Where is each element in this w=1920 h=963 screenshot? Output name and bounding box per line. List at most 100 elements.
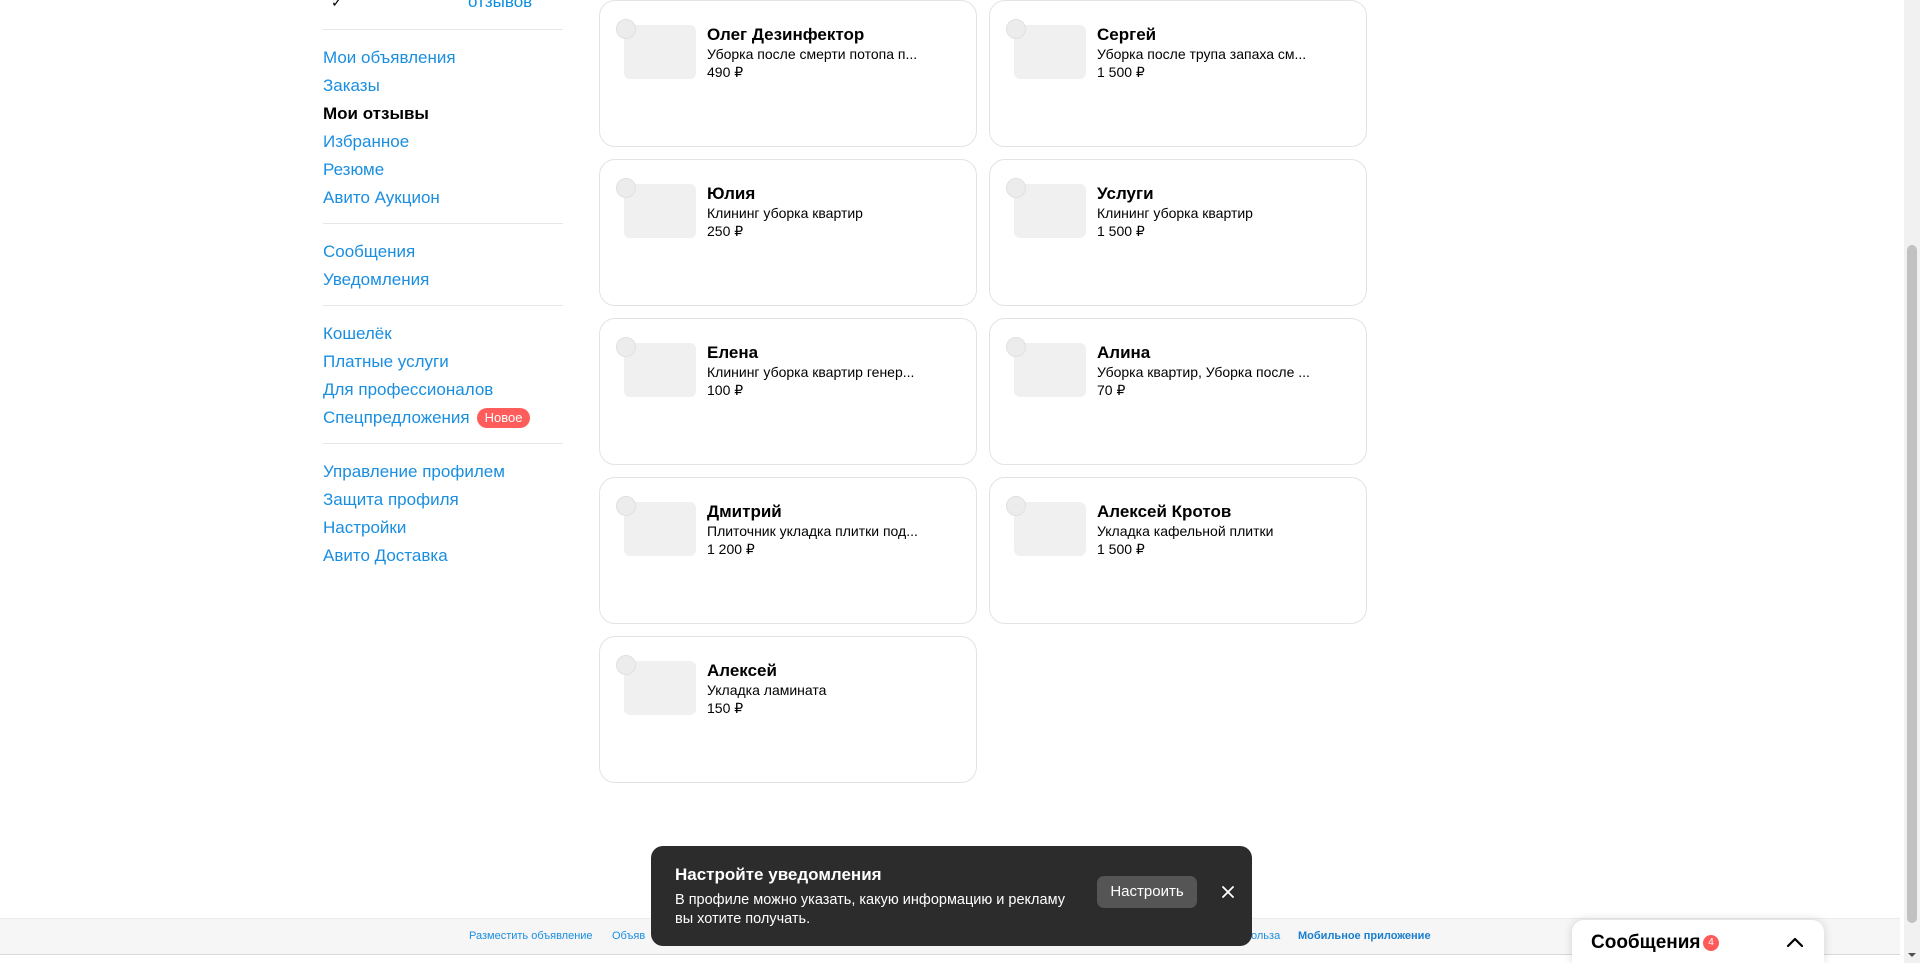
card-description: Уборка после смерти потопа п... xyxy=(707,46,918,62)
sidebar-menu: Мои объявления Заказы Мои отзывы Избранное Р… xyxy=(323,30,563,581)
review-card[interactable]: Алексей Укладка ламината 150 ₽ xyxy=(599,636,977,783)
configure-button[interactable]: Настроить xyxy=(1097,876,1197,908)
sidebar-item-label: Сообщения xyxy=(323,242,416,261)
card-price: 1 500 ₽ xyxy=(1097,541,1145,557)
sidebar-item[interactable]: Сообщения xyxy=(323,238,563,266)
sidebar-item[interactable]: Мои объявления xyxy=(323,44,563,72)
sidebar-item[interactable]: Авито Аукцион xyxy=(323,184,563,212)
sidebar-item[interactable]: Авито Доставка xyxy=(323,542,563,570)
card-description: Клининг уборка квартир генер... xyxy=(707,364,915,380)
card-description: Плиточник укладка плитки под... xyxy=(707,523,918,539)
sidebar-item[interactable]: Избранное xyxy=(323,128,563,156)
review-card[interactable]: Сергей Уборка после трупа запаха см... 1… xyxy=(989,0,1367,147)
review-card[interactable]: Елена Клининг уборка квартир генер... 10… xyxy=(599,318,977,465)
scroll-down-arrow-icon[interactable] xyxy=(1904,947,1920,963)
card-author-name: Алексей Кротов xyxy=(1097,502,1232,521)
sidebar-item-label: Кошелёк xyxy=(323,324,392,343)
review-card[interactable]: Олег Дезинфектор Уборка после смерти пот… xyxy=(599,0,977,147)
sidebar-item-label: Мои объявления xyxy=(323,48,456,67)
rating-mark: ✓ xyxy=(331,0,343,10)
new-badge: Новое xyxy=(476,408,531,428)
sidebar: ✓ отзывов Мои объявления Заказы Мои отзывы… xyxy=(323,0,563,581)
footer-link-terms[interactable]: ольза xyxy=(1251,930,1280,942)
card-author-name: Олег Дезинфектор xyxy=(707,25,865,44)
avatar xyxy=(1006,496,1026,516)
sidebar-group: Мои объявления Заказы Мои отзывы Избранное Р… xyxy=(323,30,563,224)
avatar xyxy=(1006,337,1026,357)
avatar xyxy=(616,19,636,39)
messenger-widget[interactable]: Сообщения 4 xyxy=(1572,920,1824,963)
sidebar-item-label: Мои отзывы xyxy=(323,104,429,123)
unread-count-badge: 4 xyxy=(1703,935,1719,951)
sidebar-item-label: Для профессионалов xyxy=(323,380,494,399)
sidebar-item-label: Уведомления xyxy=(323,270,430,289)
sidebar-item[interactable]: Спецпредложения Новое xyxy=(323,404,563,432)
sidebar-group: Кошелёк Платные услуги Для профессионалов С… xyxy=(323,306,563,444)
close-icon[interactable] xyxy=(1216,880,1240,904)
review-card[interactable]: Алина Уборка квартир, Уборка после ... 7… xyxy=(989,318,1367,465)
card-price: 1 500 ₽ xyxy=(1097,223,1145,239)
sidebar-item-label: Защита профиля xyxy=(323,490,459,509)
sidebar-group: Управление профилем Защита профиля Настрой… xyxy=(323,444,563,581)
reviews-count-link[interactable]: отзывов xyxy=(468,0,532,12)
card-description: Уборка после трупа запаха см... xyxy=(1097,46,1307,62)
sidebar-item[interactable]: Заказы xyxy=(323,72,563,100)
sidebar-item[interactable]: Мои отзывы xyxy=(323,100,563,128)
avatar xyxy=(1006,19,1026,39)
review-card[interactable]: Юлия Клининг уборка квартир 250 ₽ xyxy=(599,159,977,306)
toast-body: В профиле можно указать, какую информаци… xyxy=(675,892,1065,927)
sidebar-item-label: Избранное xyxy=(323,132,410,151)
sidebar-item[interactable]: Кошелёк xyxy=(323,320,563,348)
footer-link-ads[interactable]: Объяв xyxy=(612,930,645,942)
sidebar-item-label: Спецпредложения xyxy=(323,408,470,427)
sidebar-item[interactable]: Защита профиля xyxy=(323,486,563,514)
card-author-name: Сергей xyxy=(1097,25,1157,44)
sidebar-item-label: Настройки xyxy=(323,518,407,537)
card-author-name: Юлия xyxy=(707,184,756,203)
footer-link-post-ad[interactable]: Разместить объявление xyxy=(469,930,593,942)
card-description: Клининг уборка квартир xyxy=(1097,205,1253,221)
chevron-up-icon[interactable] xyxy=(1785,934,1805,950)
sidebar-top-row: ✓ отзывов xyxy=(323,0,563,30)
sidebar-group: Сообщения Уведомления xyxy=(323,224,563,306)
avatar xyxy=(1006,178,1026,198)
avatar xyxy=(616,655,636,675)
card-price: 1 500 ₽ xyxy=(1097,64,1145,80)
sidebar-item[interactable]: Уведомления xyxy=(323,266,563,294)
notifications-toast: Настройте уведомления В профиле можно ук… xyxy=(651,846,1252,946)
sidebar-item[interactable]: Настройки xyxy=(323,514,563,542)
footer-link-mobile-app[interactable]: Мобильное приложение xyxy=(1298,930,1431,942)
card-author-name: Алина xyxy=(1097,343,1151,362)
sidebar-item[interactable]: Управление профилем xyxy=(323,458,563,486)
sidebar-item-label: Авито Аукцион xyxy=(323,188,440,207)
avatar xyxy=(616,178,636,198)
card-author-name: Алексей xyxy=(707,661,777,680)
avatar xyxy=(616,496,636,516)
review-card[interactable]: Услуги Клининг уборка квартир 1 500 ₽ xyxy=(989,159,1367,306)
card-author-name: Услуги xyxy=(1097,184,1154,203)
card-description: Укладка ламината xyxy=(707,682,827,698)
card-price: 250 ₽ xyxy=(707,223,744,239)
card-description: Уборка квартир, Уборка после ... xyxy=(1097,364,1310,380)
card-author-name: Елена xyxy=(707,343,759,362)
sidebar-item[interactable]: Платные услуги xyxy=(323,348,563,376)
card-price: 490 ₽ xyxy=(707,64,744,80)
sidebar-item-label: Платные услуги xyxy=(323,352,449,371)
card-price: 100 ₽ xyxy=(707,382,744,398)
toast-title: Настройте уведомления xyxy=(675,865,882,884)
card-price: 1 200 ₽ xyxy=(707,541,755,557)
sidebar-item[interactable]: Резюме xyxy=(323,156,563,184)
review-card[interactable]: Алексей Кротов Укладка кафельной плитки … xyxy=(989,477,1367,624)
scrollbar-thumb[interactable] xyxy=(1907,245,1917,923)
sidebar-item-label: Резюме xyxy=(323,160,385,179)
sidebar-item-label: Управление профилем xyxy=(323,462,505,481)
card-price: 70 ₽ xyxy=(1097,382,1126,398)
sidebar-item[interactable]: Для профессионалов xyxy=(323,376,563,404)
sidebar-item-label: Заказы xyxy=(323,76,380,95)
messenger-title: Сообщения xyxy=(1591,932,1701,953)
card-description: Укладка кафельной плитки xyxy=(1097,523,1274,539)
avatar xyxy=(616,337,636,357)
card-author-name: Дмитрий xyxy=(707,502,782,521)
review-card[interactable]: Дмитрий Плиточник укладка плитки под... … xyxy=(599,477,977,624)
sidebar-item-label: Авито Доставка xyxy=(323,546,448,565)
